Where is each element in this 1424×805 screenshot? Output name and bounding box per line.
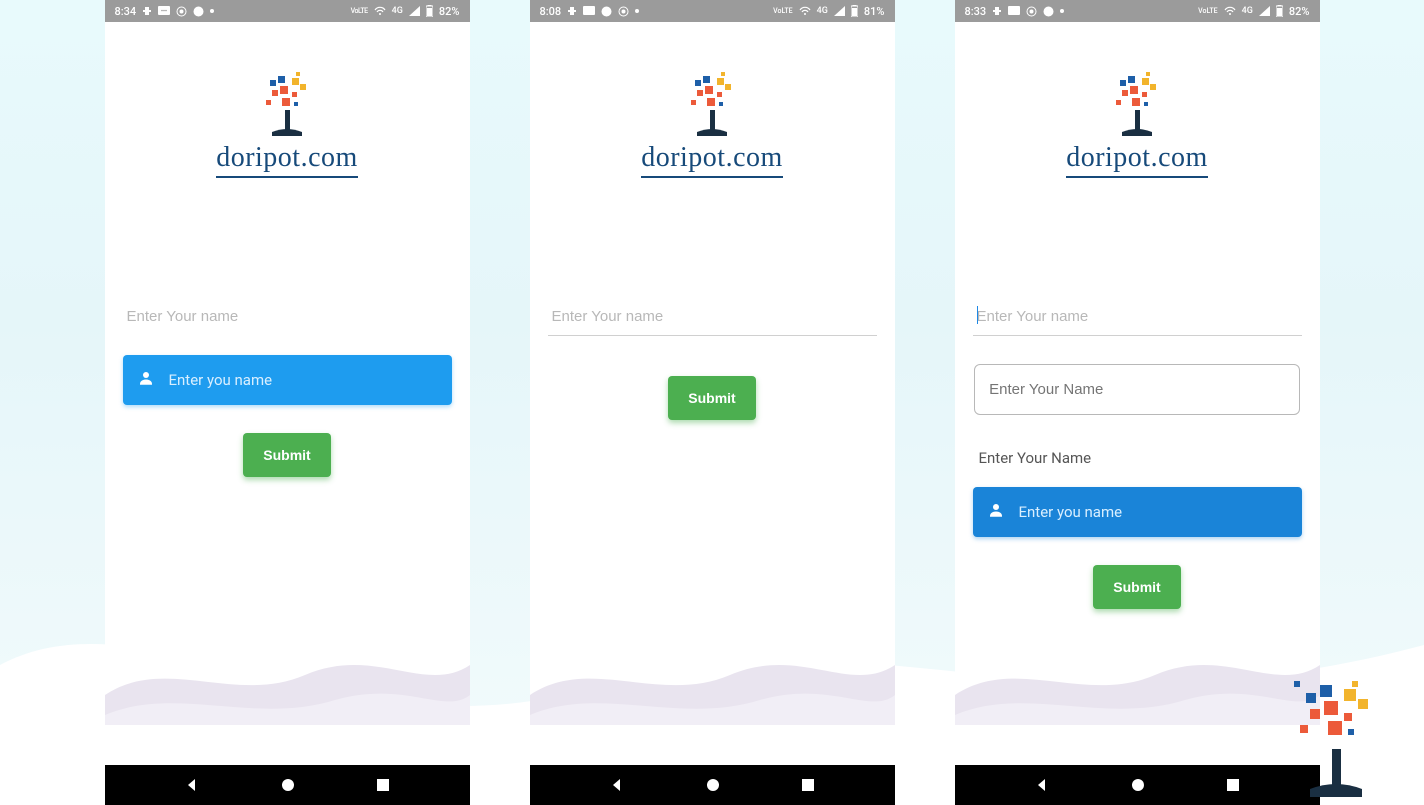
person-icon	[137, 369, 155, 391]
name-underline-input[interactable]	[123, 298, 452, 335]
status-dot-icon	[635, 9, 639, 13]
logo-text: doripot.com	[216, 142, 358, 178]
logo-text: doripot.com	[1066, 142, 1208, 178]
status-battery-icon	[851, 5, 858, 17]
logo: doripot.com	[1066, 72, 1208, 178]
phone-screen-1: 8:34 VoLTE 4G 82%	[105, 0, 470, 805]
logo-tree-icon	[677, 72, 747, 138]
name-underline-input[interactable]	[548, 298, 877, 336]
name-outlined-input[interactable]	[974, 364, 1300, 415]
status-chat-icon	[158, 6, 170, 16]
submit-button[interactable]: Submit	[1093, 565, 1180, 609]
status-bar: 8:08 VoLTE 4G 81%	[530, 0, 895, 22]
name-underline-input[interactable]	[973, 298, 1302, 336]
name-underline-input-focused-wrap	[973, 298, 1302, 336]
status-lte-icon: VoLTE	[773, 7, 792, 15]
status-record-icon	[1026, 6, 1037, 17]
nav-recent-icon[interactable]	[801, 778, 815, 792]
corner-brand-logo	[1282, 679, 1392, 799]
status-notif-icon	[567, 6, 577, 16]
status-record-icon	[618, 6, 629, 17]
status-bar: 8:33 VoLTE 4G 82%	[955, 0, 1320, 22]
status-time: 8:33	[965, 5, 987, 18]
status-bar: 8:34 VoLTE 4G 82%	[105, 0, 470, 22]
status-battery-text: 81%	[864, 5, 885, 18]
nav-back-icon[interactable]	[609, 777, 625, 793]
status-battery-text: 82%	[1289, 5, 1310, 18]
name-filled-input[interactable]: Enter you name	[123, 355, 452, 405]
status-signal-icon	[1259, 6, 1270, 16]
status-wifi-icon	[374, 6, 386, 16]
content-bottom-wave	[105, 605, 470, 725]
logo: doripot.com	[641, 72, 783, 178]
status-network-label: 4G	[1242, 6, 1253, 16]
status-chat-icon	[583, 6, 595, 16]
name-filled-input[interactable]: Enter you name	[973, 487, 1302, 537]
nav-back-icon[interactable]	[184, 777, 200, 793]
name-plain-label: Enter Your Name	[973, 443, 1302, 473]
logo: doripot.com	[216, 72, 358, 178]
filled-input-placeholder: Enter you name	[1019, 503, 1123, 521]
status-dot-icon	[210, 9, 214, 13]
status-network-label: 4G	[392, 6, 403, 16]
status-settings-icon	[1043, 6, 1054, 17]
person-icon	[987, 501, 1005, 523]
status-battery-icon	[1276, 5, 1283, 17]
screen-content: doripot.com Enter you name Submit	[105, 22, 470, 765]
status-record-icon	[176, 6, 187, 17]
android-nav-bar	[105, 765, 470, 805]
status-time: 8:08	[540, 5, 562, 18]
content-bottom-wave	[530, 605, 895, 725]
status-battery-icon	[426, 5, 433, 17]
nav-home-icon[interactable]	[280, 777, 296, 793]
android-nav-bar	[955, 765, 1320, 805]
submit-button[interactable]: Submit	[243, 433, 330, 477]
logo-text: doripot.com	[641, 142, 783, 178]
status-lte-icon: VoLTE	[1198, 7, 1217, 15]
status-lte-icon: VoLTE	[351, 7, 368, 15]
status-signal-icon	[409, 6, 420, 16]
logo-tree-icon	[252, 72, 322, 138]
android-nav-bar	[530, 765, 895, 805]
nav-back-icon[interactable]	[1034, 777, 1050, 793]
logo-tree-icon	[1102, 72, 1172, 138]
nav-home-icon[interactable]	[1130, 777, 1146, 793]
status-dot-icon	[1060, 9, 1064, 13]
status-notif-icon	[142, 6, 152, 16]
nav-home-icon[interactable]	[705, 777, 721, 793]
content-bottom-wave	[955, 605, 1320, 725]
status-settings-icon	[193, 6, 204, 17]
screen-content: doripot.com Submit	[530, 22, 895, 765]
filled-input-placeholder: Enter you name	[169, 371, 273, 389]
nav-recent-icon[interactable]	[376, 778, 390, 792]
status-settings-icon	[601, 6, 612, 17]
status-wifi-icon	[799, 6, 811, 16]
nav-recent-icon[interactable]	[1226, 778, 1240, 792]
status-chat-icon	[1008, 6, 1020, 16]
status-notif-icon	[992, 6, 1002, 16]
status-network-label: 4G	[817, 6, 828, 16]
submit-button[interactable]: Submit	[668, 376, 755, 420]
status-battery-text: 82%	[439, 5, 460, 18]
phone-screen-3: 8:33 VoLTE 4G 82%	[955, 0, 1320, 805]
status-wifi-icon	[1224, 6, 1236, 16]
status-time: 8:34	[115, 5, 137, 18]
phone-screen-2: 8:08 VoLTE 4G 81%	[530, 0, 895, 805]
status-signal-icon	[834, 6, 845, 16]
text-cursor	[977, 306, 979, 324]
screen-content: doripot.com Enter Your Name Enter you na…	[955, 22, 1320, 765]
